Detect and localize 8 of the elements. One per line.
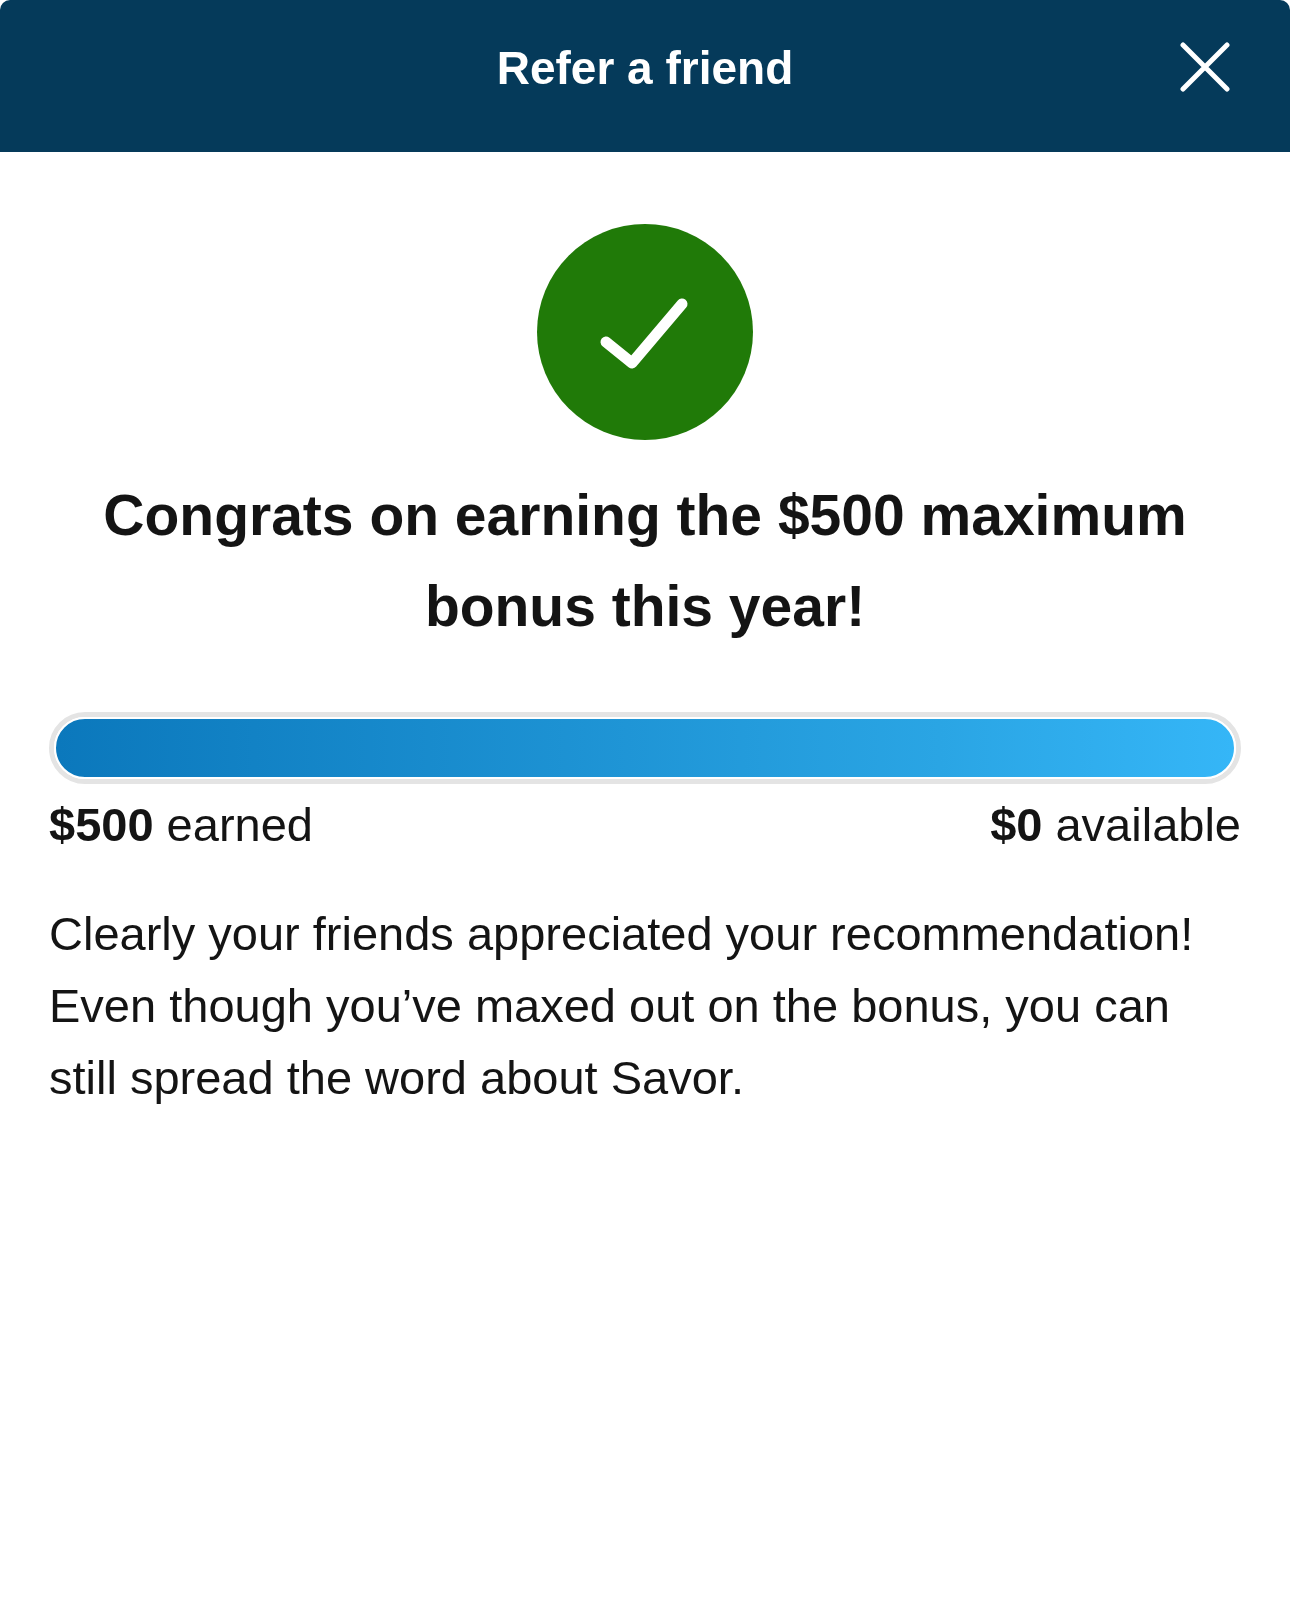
window-title: Refer a friend <box>496 41 794 97</box>
earned-amount: $500 earned <box>49 798 313 852</box>
close-button[interactable] <box>1180 42 1230 92</box>
close-icon <box>1180 42 1230 92</box>
check-circle-icon <box>537 224 753 440</box>
message-text: Clearly your friends appreciated your recommendation! Even though you’ve maxed out on the bonus, you can still spread the word about Savor. <box>49 906 1195 1106</box>
congrats-heading: Congrats on earning the $500 maximum bonus this year! <box>102 482 1188 640</box>
available-amount: $0 available <box>990 798 1241 852</box>
